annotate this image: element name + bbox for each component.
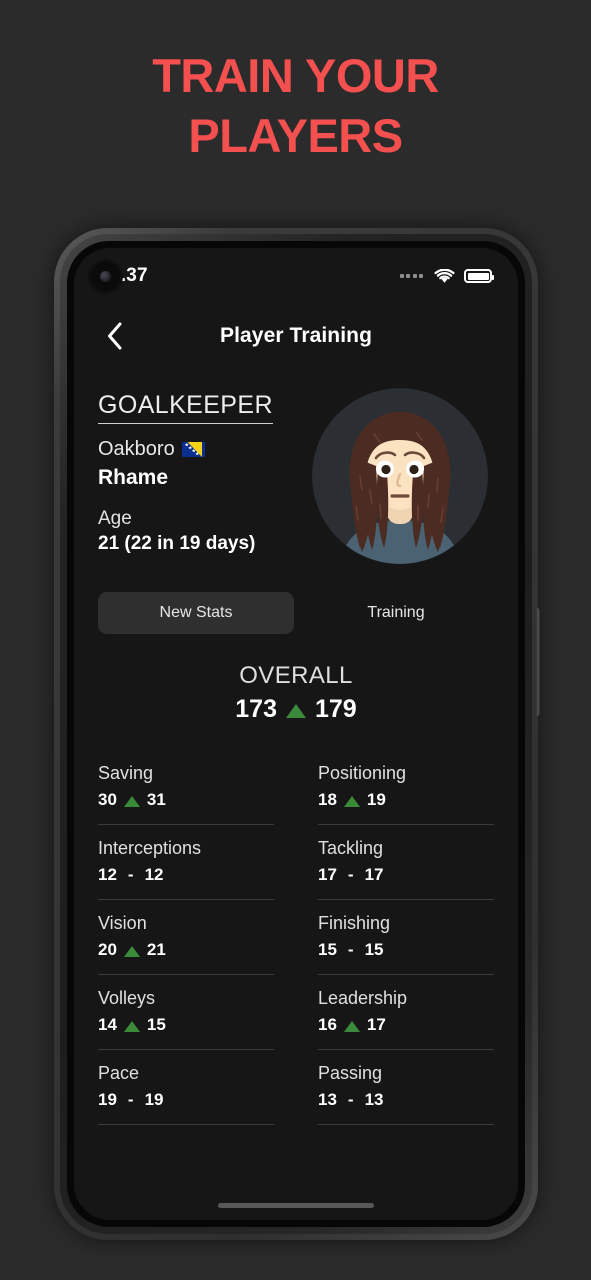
increase-arrow-icon <box>123 945 140 957</box>
stat-cell: Positioning 18 19 <box>318 750 494 825</box>
no-change-dash: - <box>127 1090 134 1109</box>
tab-training[interactable]: Training <box>298 592 494 634</box>
player-club-row: Oakboro <box>98 438 273 461</box>
overall-label: OVERALL <box>239 662 353 689</box>
player-avatar-icon <box>310 386 490 566</box>
flag-bosnia-herzegovina-icon <box>181 441 205 457</box>
stat-values: 12-12 <box>98 865 274 885</box>
stat-values: 18 19 <box>318 790 494 810</box>
overall-section: OVERALL 173 179 <box>74 662 518 724</box>
promo-headline-line-2: PLAYERS <box>188 109 403 163</box>
stat-after: 17 <box>364 865 384 884</box>
stat-name: Vision <box>98 913 147 933</box>
stat-before: 17 <box>318 865 337 884</box>
stat-name: Volleys <box>98 988 156 1008</box>
stat-values: 16 17 <box>318 1015 494 1035</box>
stat-before: 30 <box>98 790 117 809</box>
stat-name: Pace <box>98 1063 140 1083</box>
stat-name: Tackling <box>318 838 384 858</box>
stat-name: Finishing <box>318 913 391 933</box>
stat-after: 15 <box>146 1015 166 1034</box>
no-change-dash: - <box>347 865 354 884</box>
battery-full-icon <box>464 269 494 283</box>
phone-screen: 2.37 Player Training GOALKEEPER Oakboro … <box>74 248 518 1220</box>
phone-power-button[interactable] <box>536 608 540 716</box>
tab-new-stats[interactable]: New Stats <box>98 592 294 634</box>
promo-headline-line-1: TRAIN YOUR <box>152 49 439 102</box>
status-bar: 2.37 <box>74 248 518 304</box>
stat-cell: Finishing 15-15 <box>318 900 494 975</box>
stat-values: 14 15 <box>98 1015 274 1035</box>
stat-values: 30 31 <box>98 790 274 810</box>
player-club: Oakboro <box>98 437 175 460</box>
player-age-label: Age <box>98 507 132 529</box>
stat-before: 12 <box>98 865 117 884</box>
stats-grid: Saving 30 31 Positioning 18 19 Interceptions 12… <box>98 750 494 1125</box>
app-header: Player Training <box>74 304 518 368</box>
stat-after: 31 <box>146 790 166 809</box>
stat-cell: Interceptions 12-12 <box>98 825 274 900</box>
promo-headline: TRAIN YOUR PLAYERS <box>0 46 591 166</box>
stat-after: 19 <box>144 1090 164 1109</box>
stat-before: 13 <box>318 1090 337 1109</box>
increase-arrow-icon <box>286 703 306 718</box>
stat-name: Interceptions <box>98 838 202 858</box>
player-name: Rhame <box>98 465 169 489</box>
increase-arrow-icon <box>343 1020 360 1032</box>
overall-after: 179 <box>315 695 357 723</box>
stat-cell: Pace 19-19 <box>98 1050 274 1125</box>
stat-values: 15-15 <box>318 940 494 960</box>
stat-before: 20 <box>98 940 117 959</box>
stat-after: 19 <box>366 790 386 809</box>
overall-values: 173 179 <box>74 695 518 724</box>
stat-cell: Tackling 17-17 <box>318 825 494 900</box>
front-camera-punch-hole <box>91 262 120 291</box>
player-details: GOALKEEPER Oakboro Rhame Age 21 (22 in 1… <box>98 390 273 566</box>
no-change-dash: - <box>347 1090 354 1109</box>
chevron-left-icon <box>107 322 121 350</box>
increase-arrow-icon <box>123 1020 140 1032</box>
stat-values: 19-19 <box>98 1090 274 1110</box>
stat-cell: Volleys 14 15 <box>98 975 274 1050</box>
page-title: Player Training <box>219 324 373 347</box>
back-button[interactable] <box>98 320 130 352</box>
overall-before: 173 <box>235 695 277 723</box>
home-indicator[interactable] <box>218 1203 374 1208</box>
stat-after: 15 <box>364 940 384 959</box>
stat-before: 15 <box>318 940 337 959</box>
increase-arrow-icon <box>123 795 140 807</box>
stats-tabs: New Stats Training <box>98 592 494 634</box>
signal-dots-icon <box>399 274 423 278</box>
stat-cell: Leadership 16 17 <box>318 975 494 1050</box>
wifi-icon <box>434 268 455 284</box>
no-change-dash: - <box>127 865 134 884</box>
stat-name: Leadership <box>318 988 408 1008</box>
stat-after: 21 <box>146 940 166 959</box>
no-change-dash: - <box>347 940 354 959</box>
phone-mockup: 2.37 Player Training GOALKEEPER Oakboro … <box>54 228 540 1240</box>
player-position: GOALKEEPER <box>98 391 273 424</box>
status-bar-indicators <box>399 268 494 284</box>
stat-name: Saving <box>98 763 154 783</box>
increase-arrow-icon <box>343 795 360 807</box>
player-age-value: 21 (22 in 19 days) <box>98 532 256 554</box>
stat-before: 14 <box>98 1015 117 1034</box>
stat-after: 13 <box>364 1090 384 1109</box>
stat-after: 17 <box>366 1015 386 1034</box>
stat-values: 13-13 <box>318 1090 494 1110</box>
stat-name: Positioning <box>318 763 407 783</box>
stat-name: Passing <box>318 1063 383 1083</box>
stat-values: 20 21 <box>98 940 274 960</box>
player-summary: GOALKEEPER Oakboro Rhame Age 21 (22 in 1… <box>74 368 518 566</box>
stat-before: 18 <box>318 790 337 809</box>
stat-before: 16 <box>318 1015 337 1034</box>
stat-before: 19 <box>98 1090 117 1109</box>
stat-cell: Vision 20 21 <box>98 900 274 975</box>
stat-after: 12 <box>144 865 164 884</box>
stat-cell: Saving 30 31 <box>98 750 274 825</box>
stat-values: 17-17 <box>318 865 494 885</box>
stat-cell: Passing 13-13 <box>318 1050 494 1125</box>
